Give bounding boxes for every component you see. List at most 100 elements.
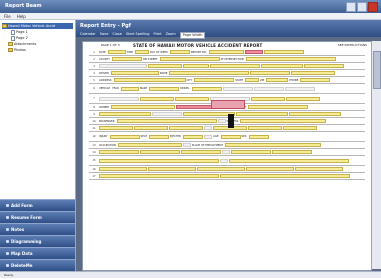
highlighted-field[interactable] bbox=[211, 100, 245, 109]
toolbar-start-spelling[interactable]: Start Spelling bbox=[126, 31, 150, 38]
form-field[interactable] bbox=[113, 78, 186, 82]
form-field[interactable] bbox=[140, 96, 174, 101]
form-field[interactable] bbox=[99, 64, 147, 68]
form-field[interactable] bbox=[204, 126, 212, 130]
toolbar-close[interactable]: Close bbox=[112, 31, 122, 38]
form-field[interactable] bbox=[236, 112, 288, 116]
form-field[interactable] bbox=[107, 50, 126, 54]
form-field[interactable] bbox=[194, 78, 235, 82]
field-label: OWNER bbox=[99, 105, 109, 109]
form-field[interactable] bbox=[245, 78, 260, 82]
form-field[interactable] bbox=[295, 167, 343, 171]
form-field[interactable] bbox=[244, 50, 263, 54]
form-field[interactable] bbox=[266, 78, 289, 82]
form-field[interactable] bbox=[159, 57, 220, 61]
form-field[interactable] bbox=[99, 96, 139, 101]
vertical-scrollbar[interactable] bbox=[371, 41, 381, 269]
form-field[interactable] bbox=[210, 64, 260, 68]
form-field[interactable] bbox=[175, 96, 209, 101]
form-field[interactable] bbox=[222, 86, 253, 91]
form-field[interactable] bbox=[181, 150, 221, 154]
form-field[interactable] bbox=[217, 119, 226, 123]
form-field[interactable] bbox=[148, 64, 182, 68]
nav-resume-form[interactable]: Resume Form bbox=[0, 211, 75, 223]
toolbar-calendar[interactable]: Calendar bbox=[80, 31, 96, 38]
form-field[interactable] bbox=[286, 96, 320, 101]
form-field[interactable] bbox=[272, 150, 312, 154]
form-field[interactable] bbox=[246, 167, 294, 171]
form-field[interactable] bbox=[109, 134, 140, 139]
form-field[interactable] bbox=[263, 50, 304, 54]
form-field[interactable] bbox=[111, 57, 142, 61]
form-field[interactable] bbox=[116, 119, 217, 123]
toolbar-print[interactable]: Print bbox=[154, 31, 162, 38]
maximize-button[interactable] bbox=[357, 2, 367, 12]
form-field[interactable] bbox=[248, 105, 309, 109]
form-field[interactable] bbox=[149, 134, 170, 139]
form-field[interactable] bbox=[99, 158, 219, 163]
form-field[interactable] bbox=[283, 126, 317, 130]
form-field[interactable] bbox=[99, 167, 147, 171]
toolbar-save[interactable]: Save bbox=[100, 31, 109, 38]
form-field[interactable] bbox=[248, 126, 282, 130]
form-field[interactable] bbox=[284, 86, 315, 91]
form-field[interactable] bbox=[229, 158, 349, 163]
form-field[interactable] bbox=[111, 105, 175, 109]
menu-help[interactable]: Help bbox=[17, 13, 26, 19]
form-field[interactable] bbox=[110, 71, 159, 75]
form-field[interactable] bbox=[182, 143, 191, 147]
nav-map-data[interactable]: Map Data bbox=[0, 247, 75, 259]
menu-file[interactable]: File bbox=[4, 13, 11, 19]
form-field[interactable] bbox=[289, 112, 341, 116]
nav-deleteme[interactable]: DeleteMe bbox=[0, 259, 75, 271]
form-field[interactable] bbox=[222, 150, 230, 154]
form-field[interactable] bbox=[99, 126, 133, 130]
nav-add-form[interactable]: Add Form bbox=[0, 199, 75, 211]
form-field[interactable] bbox=[152, 112, 182, 116]
form-field[interactable] bbox=[220, 174, 350, 178]
form-field[interactable] bbox=[183, 64, 209, 68]
zoom-select[interactable]: Page Width bbox=[179, 32, 206, 39]
form-field[interactable] bbox=[169, 126, 203, 130]
form-field[interactable] bbox=[117, 143, 182, 147]
form-field[interactable] bbox=[224, 143, 321, 147]
form-field[interactable] bbox=[208, 50, 244, 54]
tree-photos[interactable]: Photos bbox=[2, 47, 73, 53]
form-field[interactable] bbox=[250, 71, 291, 75]
field-label: MODEL bbox=[180, 87, 190, 90]
nav-notes[interactable]: Notes bbox=[0, 223, 75, 235]
form-field[interactable] bbox=[253, 86, 284, 91]
form-field[interactable] bbox=[134, 50, 149, 54]
form-field[interactable] bbox=[300, 78, 331, 82]
form-field[interactable] bbox=[169, 71, 250, 75]
report-title: Report Entry - Pgf bbox=[80, 23, 131, 29]
form-field[interactable] bbox=[149, 86, 180, 91]
form-field[interactable] bbox=[251, 96, 285, 101]
form-field[interactable] bbox=[134, 126, 168, 130]
minimize-button[interactable] bbox=[346, 2, 356, 12]
form-field[interactable] bbox=[169, 50, 190, 54]
scroll-thumb[interactable] bbox=[373, 51, 381, 89]
form-field[interactable] bbox=[99, 150, 139, 154]
form-field[interactable] bbox=[197, 167, 245, 171]
form-field[interactable] bbox=[220, 158, 228, 163]
close-button[interactable] bbox=[368, 2, 378, 12]
form-field[interactable] bbox=[148, 167, 196, 171]
form-field[interactable] bbox=[291, 71, 336, 75]
form-field[interactable] bbox=[99, 112, 151, 116]
form-field[interactable] bbox=[304, 64, 344, 68]
form-field[interactable] bbox=[191, 86, 222, 91]
form-field[interactable] bbox=[248, 134, 269, 139]
nav-diagramming[interactable]: Diagramming bbox=[0, 235, 75, 247]
form-field[interactable] bbox=[140, 150, 180, 154]
form-field[interactable] bbox=[240, 119, 327, 123]
form-field[interactable] bbox=[220, 134, 241, 139]
form-field[interactable] bbox=[204, 134, 213, 139]
document-view[interactable]: PAGE 1 OF 3 STATE OF HAWAII MOTOR VEHICL… bbox=[82, 41, 372, 271]
form-field[interactable] bbox=[245, 57, 336, 61]
form-field[interactable] bbox=[120, 86, 139, 91]
form-field[interactable] bbox=[183, 134, 204, 139]
form-field[interactable] bbox=[231, 150, 271, 154]
form-field[interactable] bbox=[99, 174, 219, 178]
form-field[interactable] bbox=[261, 64, 303, 68]
